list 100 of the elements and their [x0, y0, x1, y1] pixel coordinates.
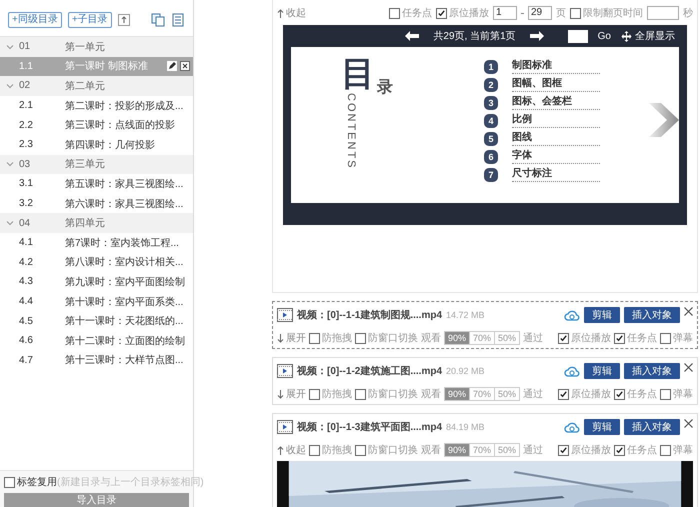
- checkbox[interactable]: [355, 332, 366, 344]
- lesson-number: 4.6: [18, 335, 34, 346]
- go-button[interactable]: Go: [598, 30, 611, 42]
- option-label: 防拖拽: [322, 388, 352, 401]
- file-size: 84.19 MB: [446, 422, 485, 432]
- move-arrows-icon[interactable]: [621, 30, 632, 42]
- expand-toggle[interactable]: 收起: [277, 443, 306, 457]
- lesson-title: 第八课时：室内设计相关...: [65, 256, 184, 270]
- checkbox[interactable]: [4, 476, 15, 488]
- expand-toggle[interactable]: 展开: [277, 387, 306, 401]
- lesson-title: 第十一课时：天花图纸的...: [65, 314, 184, 328]
- arrow-up-icon[interactable]: [277, 446, 284, 454]
- unit-row[interactable]: 01 第一单元: [0, 37, 193, 57]
- checkbox[interactable]: [614, 388, 625, 400]
- chevron-icon[interactable]: [649, 103, 679, 137]
- checkbox[interactable]: [355, 444, 366, 456]
- edit-button[interactable]: 剪辑: [584, 307, 620, 323]
- lesson-number: 4.7: [18, 354, 34, 366]
- checkbox[interactable]: [309, 388, 320, 400]
- list-icon[interactable]: [171, 13, 185, 27]
- option-label: 任务点: [627, 332, 657, 345]
- close-icon[interactable]: [684, 363, 693, 372]
- checkbox[interactable]: [558, 332, 569, 344]
- unit-title: 第一单元: [65, 40, 106, 54]
- number-badge: 4: [484, 114, 498, 128]
- collapse-toggle[interactable]: 收起: [277, 6, 306, 20]
- insert-object-button[interactable]: 插入对象: [624, 363, 680, 379]
- checkbox[interactable]: [614, 332, 625, 344]
- copy-icon[interactable]: [151, 13, 165, 27]
- lesson-title: 第一课时 制图标准: [65, 60, 149, 74]
- video-title: 视频：[0]--1-2建筑施工图....mp4: [297, 364, 442, 378]
- contents-item: 字体: [512, 149, 600, 164]
- lesson-title: 第六课时：家具三视图绘...: [65, 198, 184, 211]
- checkbox[interactable]: [558, 444, 569, 456]
- number-badge: 3: [484, 96, 498, 110]
- video-title: 视频：[0]--1-1建筑制图规....mp4: [297, 308, 442, 322]
- page-to-field[interactable]: 29: [528, 6, 552, 20]
- slide-title: 录: [377, 78, 393, 98]
- checkbox[interactable]: [660, 332, 671, 344]
- cloud-icon[interactable]: [564, 420, 580, 434]
- contents-item: 图线: [512, 131, 600, 146]
- option-label: 防窗口切换: [368, 444, 418, 457]
- unit-number: 04: [19, 218, 32, 229]
- insert-object-button[interactable]: 插入对象: [624, 419, 680, 435]
- edit-icon[interactable]: [167, 61, 177, 72]
- unit-title: 第四单元: [65, 216, 106, 230]
- next-arrow-icon[interactable]: [530, 31, 544, 41]
- unit-number: 02: [19, 80, 32, 92]
- lesson-title: 第九课时：室内平面图绘制: [65, 276, 186, 289]
- checkbox[interactable]: [389, 8, 400, 18]
- insert-object-button[interactable]: 插入对象: [624, 307, 680, 323]
- close-icon[interactable]: [684, 419, 693, 428]
- page-from-field[interactable]: 1: [493, 6, 517, 20]
- checkbox[interactable]: [660, 388, 671, 400]
- seconds-field[interactable]: [647, 6, 679, 20]
- cloud-icon[interactable]: [564, 364, 580, 378]
- lesson-number: 1.1: [18, 60, 34, 72]
- lesson-title: 第二课时：投影的形成及...: [65, 100, 184, 113]
- expand-toggle[interactable]: 展开: [277, 331, 306, 345]
- checkbox[interactable]: [660, 444, 671, 456]
- unit-row[interactable]: 02 第二单元: [0, 76, 193, 96]
- unit-row[interactable]: 04 第四单元: [0, 213, 193, 233]
- option-label: 任务点: [627, 444, 657, 457]
- checkbox[interactable]: [309, 332, 320, 344]
- checkbox[interactable]: [614, 444, 625, 456]
- edit-button[interactable]: 剪辑: [584, 363, 620, 379]
- option-label: 防窗口切换: [368, 332, 418, 345]
- slide-title: 目: [341, 57, 375, 91]
- number-badge: 1: [484, 60, 498, 74]
- number-badge: 6: [484, 150, 498, 164]
- unit-number: 03: [19, 158, 32, 170]
- watch-label: 观看: [421, 332, 441, 345]
- arrow-down-icon[interactable]: [277, 334, 284, 342]
- checkbox[interactable]: [570, 8, 581, 18]
- contents-item: 尺寸标注: [512, 167, 600, 182]
- contents-item: 比例: [512, 113, 600, 128]
- unit-title: 第三单元: [65, 158, 106, 172]
- arrow-down-icon[interactable]: [277, 390, 284, 398]
- contents-item: 制图标准: [512, 59, 600, 74]
- unit-row[interactable]: 03 第三单元: [0, 154, 193, 174]
- page-field[interactable]: [568, 30, 588, 42]
- checkbox[interactable]: [355, 388, 366, 400]
- add-directory-button[interactable]: +同级目录: [8, 12, 62, 28]
- lesson-number: 4.2: [18, 256, 34, 268]
- arrow-up-icon[interactable]: [277, 8, 284, 18]
- video-file-icon: [277, 364, 293, 378]
- option-label: 防拖拽: [322, 444, 352, 457]
- checkbox[interactable]: [436, 8, 447, 18]
- previous-arrow-icon[interactable]: [405, 31, 420, 41]
- close-icon[interactable]: [684, 307, 693, 316]
- checkbox[interactable]: [309, 444, 320, 456]
- move-up-icon[interactable]: [118, 14, 130, 26]
- delete-icon[interactable]: [180, 61, 190, 72]
- add-directory-button[interactable]: +子目录: [68, 12, 112, 28]
- edit-button[interactable]: 剪辑: [584, 419, 620, 435]
- fullscreen-button[interactable]: 全屏显示: [621, 29, 675, 43]
- checkbox[interactable]: [558, 388, 569, 400]
- cloud-icon[interactable]: [564, 308, 580, 322]
- watch-label: 观看: [421, 388, 441, 401]
- slide-subtitle: CONTENTS: [345, 93, 357, 170]
